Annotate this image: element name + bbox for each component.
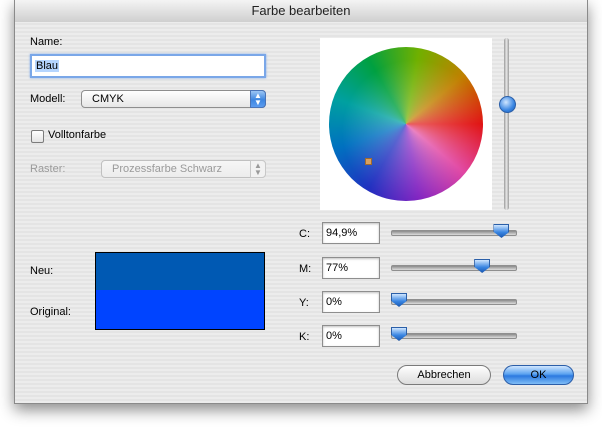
name-value: Blau: [35, 60, 60, 72]
slider-value-field-2[interactable]: 0%: [322, 291, 380, 313]
model-select[interactable]: CMYK ▲ ▼: [81, 90, 266, 108]
screen-value: Prozessfarbe Schwarz: [112, 163, 223, 175]
color-picker-marker[interactable]: [365, 158, 372, 165]
cancel-button[interactable]: Abbrechen: [397, 365, 491, 385]
slider-value-field-1[interactable]: 77%: [322, 257, 380, 279]
screen-select[interactable]: Prozessfarbe Schwarz ▲ ▼: [101, 160, 266, 178]
name-label: Name:: [30, 36, 63, 48]
slider-value-field-3[interactable]: 0%: [322, 325, 380, 347]
ok-button[interactable]: OK: [503, 365, 574, 385]
slider-track-2[interactable]: [391, 299, 517, 305]
new-color-swatch: [95, 252, 265, 290]
slider-label-2: Y:: [299, 297, 309, 309]
edit-color-dialog: Farbe bearbeiten Name: Blau Modell: CMYK…: [14, 0, 588, 404]
dialog-title: Farbe bearbeiten: [15, 0, 587, 23]
spot-color-checkbox[interactable]: [31, 130, 44, 143]
original-label: Original:: [30, 306, 71, 318]
slider-track-1[interactable]: [391, 265, 517, 271]
slider-value-field-0[interactable]: 94,9%: [322, 222, 380, 244]
model-value: CMYK: [92, 93, 124, 105]
slider-track-3[interactable]: [391, 333, 517, 339]
slider-label-1: M:: [299, 263, 312, 275]
name-field[interactable]: Blau: [30, 54, 266, 78]
brightness-slider-knob[interactable]: [499, 96, 516, 113]
color-wheel-panel: [320, 38, 492, 210]
up-down-arrows-icon: ▲ ▼: [250, 160, 266, 178]
dialog-content: Name: Blau Modell: CMYK ▲ ▼ Volltonfarbe …: [15, 22, 587, 403]
slider-label-0: C:: [299, 228, 310, 240]
new-label: Neu:: [30, 265, 54, 277]
color-wheel[interactable]: [329, 47, 483, 201]
spot-color-label: Volltonfarbe: [48, 129, 107, 141]
screen-label: Raster:: [30, 163, 66, 175]
up-down-arrows-icon: ▲ ▼: [250, 90, 266, 108]
model-label: Modell:: [30, 93, 66, 105]
original-color-swatch: [95, 290, 265, 330]
brightness-slider-track[interactable]: [504, 38, 509, 210]
slider-label-3: K:: [299, 331, 310, 343]
